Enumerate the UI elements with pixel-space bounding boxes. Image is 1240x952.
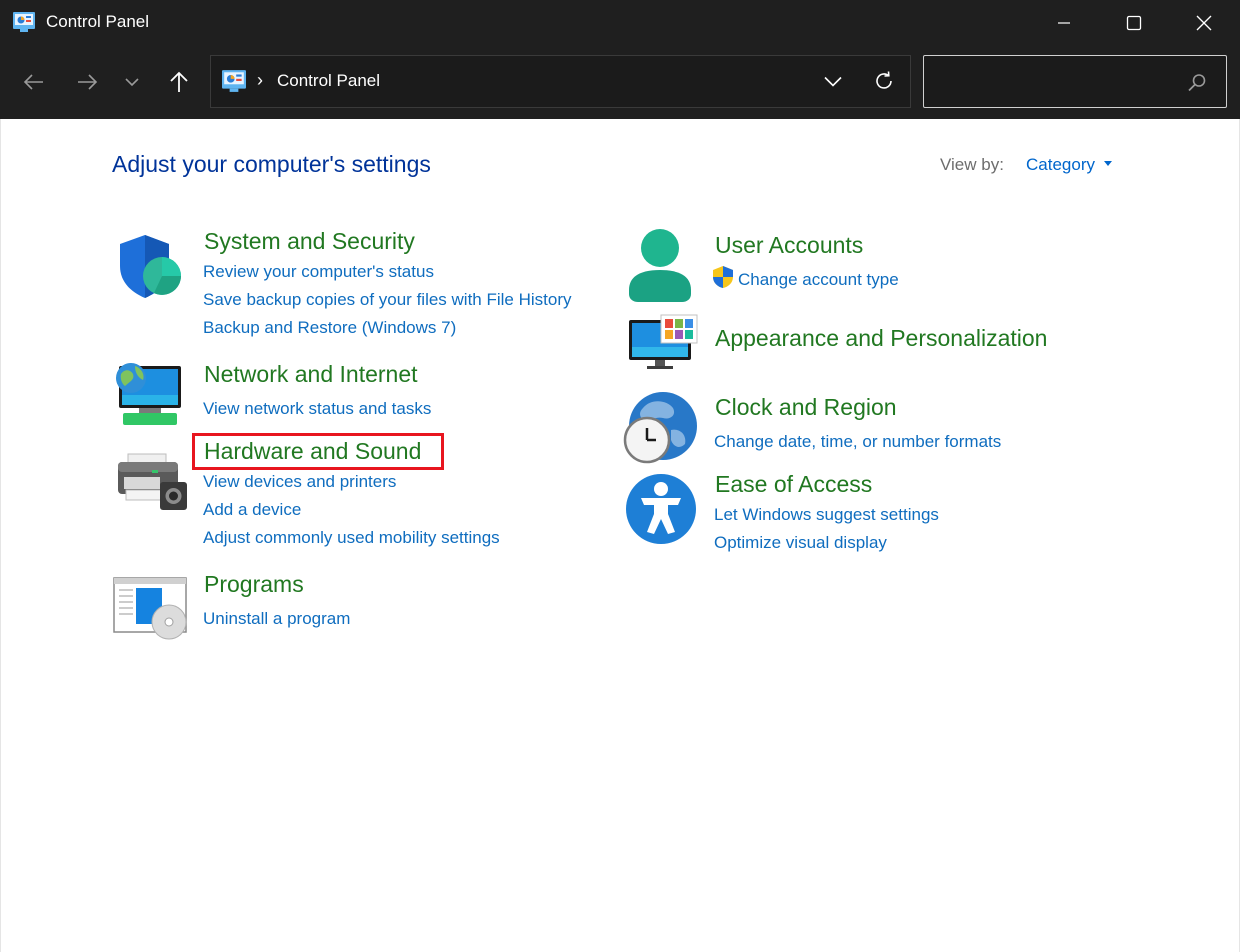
arrow-right-icon — [78, 74, 98, 90]
user-accounts-link[interactable]: User Accounts — [715, 232, 863, 259]
address-bar[interactable]: › Control Panel — [210, 55, 911, 108]
close-button[interactable] — [1169, 0, 1239, 45]
mobility-settings-link[interactable]: Adjust commonly used mobility settings — [203, 528, 500, 548]
clock-globe-icon[interactable] — [623, 390, 699, 466]
search-input[interactable] — [932, 68, 1182, 96]
suggest-settings-link[interactable]: Let Windows suggest settings — [714, 505, 939, 525]
uninstall-program-link[interactable]: Uninstall a program — [203, 609, 350, 629]
address-dropdown-button[interactable] — [821, 68, 845, 94]
chevron-down-icon — [824, 76, 842, 87]
date-time-formats-link[interactable]: Change date, time, or number formats — [714, 432, 1001, 452]
breadcrumb-separator[interactable]: › — [257, 70, 263, 91]
programs-icon[interactable] — [113, 576, 187, 642]
caret-down-icon[interactable] — [1104, 161, 1112, 166]
devices-printers-link[interactable]: View devices and printers — [203, 472, 396, 492]
view-by-dropdown[interactable]: Category — [1026, 155, 1095, 175]
uac-shield-icon — [713, 266, 733, 288]
highlight-box — [192, 433, 444, 470]
network-internet-link[interactable]: Network and Internet — [204, 361, 418, 388]
page-title: Adjust your computer's settings — [112, 151, 431, 177]
clock-region-link[interactable]: Clock and Region — [715, 394, 897, 421]
navigation-bar: › Control Panel — [0, 45, 1240, 119]
minimize-icon — [1058, 21, 1070, 24]
recent-locations-button[interactable] — [112, 57, 152, 107]
maximize-button[interactable] — [1099, 0, 1169, 45]
appearance-personalization-link[interactable]: Appearance and Personalization — [715, 325, 1047, 352]
up-button[interactable] — [159, 57, 199, 107]
shield-icon[interactable] — [115, 232, 185, 300]
refresh-button[interactable] — [871, 68, 897, 94]
programs-link[interactable]: Programs — [204, 571, 304, 598]
minimize-button[interactable] — [1029, 0, 1099, 45]
view-by-label: View by: — [940, 155, 1004, 174]
forward-button[interactable] — [67, 57, 107, 107]
file-history-link[interactable]: Save backup copies of your files with Fi… — [203, 290, 572, 310]
change-account-type-link[interactable]: Change account type — [738, 270, 899, 290]
search-box[interactable] — [923, 55, 1227, 108]
appearance-monitor-icon[interactable] — [627, 314, 699, 370]
ease-of-access-link[interactable]: Ease of Access — [715, 471, 872, 498]
refresh-icon — [876, 71, 892, 89]
control-panel-icon — [13, 12, 35, 32]
network-status-link[interactable]: View network status and tasks — [203, 399, 431, 419]
network-globe-icon[interactable] — [113, 360, 185, 428]
window-title: Control Panel — [46, 12, 150, 31]
accessibility-icon[interactable] — [624, 472, 698, 546]
printer-icon[interactable] — [116, 452, 188, 514]
breadcrumb[interactable]: Control Panel — [277, 71, 380, 91]
control-panel-content: Adjust your computer's settings View by:… — [0, 119, 1240, 952]
close-icon — [1196, 15, 1212, 30]
arrow-left-icon — [23, 74, 43, 90]
maximize-icon — [1126, 15, 1142, 30]
review-status-link[interactable]: Review your computer's status — [203, 262, 434, 282]
backup-restore-link[interactable]: Backup and Restore (Windows 7) — [203, 318, 456, 338]
chevron-down-icon — [125, 78, 139, 87]
title-bar: Control Panel — [0, 0, 1240, 45]
optimize-display-link[interactable]: Optimize visual display — [714, 533, 887, 553]
arrow-up-icon — [170, 71, 188, 92]
add-device-link[interactable]: Add a device — [203, 500, 301, 520]
back-button[interactable] — [14, 57, 54, 107]
system-security-link[interactable]: System and Security — [204, 228, 415, 255]
control-panel-icon — [222, 70, 246, 92]
search-icon[interactable] — [1186, 72, 1208, 94]
user-icon[interactable] — [627, 228, 693, 303]
